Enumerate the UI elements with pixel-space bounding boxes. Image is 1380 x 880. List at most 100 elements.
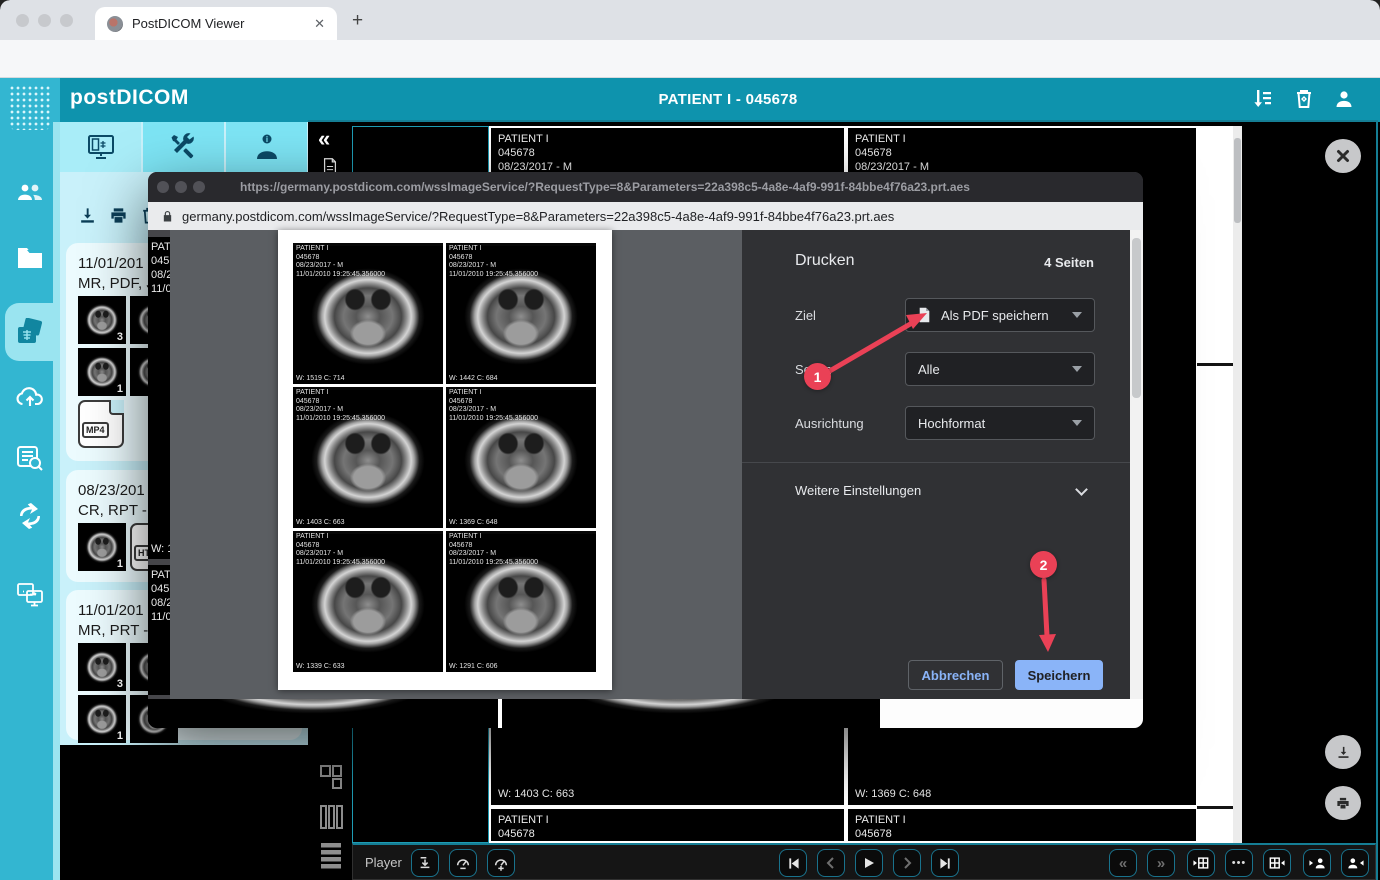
series-thumbnail[interactable]: 1 bbox=[78, 348, 126, 396]
tab-tools[interactable] bbox=[143, 122, 224, 172]
series-thumbnail[interactable]: 1 bbox=[78, 695, 126, 743]
window-close-dot[interactable] bbox=[16, 14, 29, 27]
report-page-cell[interactable] bbox=[1197, 126, 1242, 843]
window-minimize-dot[interactable] bbox=[38, 14, 51, 27]
last-image-button[interactable] bbox=[931, 849, 959, 877]
pages-select[interactable]: Alle bbox=[905, 352, 1095, 386]
prev-layout-button[interactable] bbox=[1187, 849, 1215, 877]
previous-patient-button[interactable] bbox=[1303, 849, 1331, 877]
save-button[interactable]: Speichern bbox=[1015, 660, 1103, 690]
report-scrollbar[interactable] bbox=[1233, 126, 1242, 843]
sidebar-item-worklist-search[interactable] bbox=[0, 436, 60, 480]
more-settings-toggle[interactable]: Weitere Einstellungen bbox=[795, 483, 921, 498]
viewer-cell[interactable]: PATIENT I04567808/23/2017 - M11/01/2010 … bbox=[489, 807, 846, 843]
sort-download-icon[interactable] bbox=[1250, 87, 1274, 111]
mri-image bbox=[504, 699, 854, 728]
pdf-file-icon bbox=[918, 307, 931, 323]
layout-2x2-icon[interactable] bbox=[314, 760, 348, 794]
window-level-text: W: 1339 C: 633 bbox=[151, 542, 172, 556]
chevron-down-icon bbox=[1072, 312, 1082, 318]
sidebar-item-patients[interactable] bbox=[0, 170, 60, 214]
destination-select[interactable]: Als PDF speichern bbox=[905, 298, 1095, 332]
print-button[interactable] bbox=[1325, 786, 1361, 820]
next-patient-button[interactable] bbox=[1341, 849, 1369, 877]
tab-patient-info[interactable]: i bbox=[226, 122, 307, 172]
tab-viewer[interactable] bbox=[60, 122, 141, 172]
window-level-text: W: 1369 C: 648 bbox=[449, 519, 498, 526]
popup-scrollbar-thumb[interactable] bbox=[1132, 238, 1141, 398]
trash-icon[interactable] bbox=[1292, 87, 1316, 111]
sync-arrows-icon bbox=[16, 503, 44, 529]
popup-address-bar[interactable]: germany.postdicom.com/wssImageService/?R… bbox=[148, 202, 1143, 230]
previous-image-button[interactable] bbox=[817, 849, 845, 877]
mp4-file-icon[interactable]: MP4 bbox=[78, 400, 124, 448]
pdf-page-sliver: PATIENT I04567808/23/2017 - M11/01/2010 … bbox=[148, 237, 172, 559]
popup-scrollbar[interactable] bbox=[1130, 230, 1143, 699]
destination-value: Als PDF speichern bbox=[941, 308, 1062, 323]
info-person-icon: i bbox=[253, 133, 281, 161]
play-button[interactable] bbox=[855, 849, 883, 877]
sidebar-item-studies[interactable] bbox=[0, 310, 60, 354]
orientation-label: Ausrichtung bbox=[795, 416, 864, 431]
sidebar-item-sync[interactable] bbox=[0, 494, 60, 538]
user-icon[interactable] bbox=[1332, 87, 1356, 111]
app-header: postDICOM PATIENT I - 045678 bbox=[0, 78, 1380, 122]
report-scrollbar-thumb[interactable] bbox=[1234, 138, 1241, 223]
sidebar-item-upload[interactable] bbox=[0, 374, 60, 418]
page-gap bbox=[498, 699, 502, 728]
window-zoom-dot[interactable] bbox=[60, 14, 73, 27]
print-settings-panel: Drucken 4 Seiten Ziel Als PDF speichern … bbox=[742, 230, 1130, 699]
annotation-step-2: 2 bbox=[1030, 551, 1057, 578]
preview-mri-cell: PATIENT I04567808/23/2017 - M11/01/2010 … bbox=[446, 531, 596, 672]
cine-speed-up-button[interactable] bbox=[487, 849, 515, 877]
browser-tab-strip: PostDICOM Viewer ✕ + bbox=[0, 0, 1380, 40]
cine-speed-down-button[interactable] bbox=[449, 849, 477, 877]
popup-close-dot[interactable] bbox=[157, 181, 169, 193]
tab-favicon-icon bbox=[107, 16, 123, 32]
popup-minimize-dot[interactable] bbox=[175, 181, 187, 193]
next-layout-button[interactable] bbox=[1263, 849, 1291, 877]
download-button[interactable] bbox=[1325, 735, 1361, 769]
annotation-step-1: 1 bbox=[804, 363, 831, 390]
layout-columns-icon[interactable] bbox=[314, 800, 348, 834]
series-thumbnail[interactable]: 3 bbox=[78, 643, 126, 691]
sidebar-item-folders[interactable] bbox=[0, 236, 60, 280]
print-series-icon[interactable] bbox=[109, 206, 128, 225]
chevron-down-icon[interactable] bbox=[1075, 483, 1088, 496]
tools-icon bbox=[169, 133, 199, 161]
cine-capture-button[interactable] bbox=[411, 849, 439, 877]
viewer-cell[interactable]: PATIENT I04567808/23/2017 - M11/01/2010 … bbox=[846, 807, 1198, 843]
popup-titlebar: https://germany.postdicom.com/wssImageSe… bbox=[148, 172, 1143, 202]
series-thumbnail[interactable]: 3 bbox=[78, 296, 126, 344]
download-series-icon[interactable] bbox=[78, 206, 97, 225]
collapse-panel-icon[interactable]: « bbox=[318, 126, 330, 152]
orientation-select[interactable]: Hochformat bbox=[905, 406, 1095, 440]
chevron-down-icon bbox=[1072, 366, 1082, 372]
svg-text:i: i bbox=[265, 135, 267, 144]
first-image-button[interactable] bbox=[779, 849, 807, 877]
window-level-text: W: 1291 C: 606 bbox=[449, 663, 498, 670]
page-title: PATIENT I - 045678 bbox=[658, 91, 797, 108]
lock-icon bbox=[162, 210, 173, 223]
forward-series-button[interactable]: » bbox=[1147, 849, 1175, 877]
monitor-scan-icon bbox=[86, 133, 116, 161]
layout-rows-icon[interactable] bbox=[314, 838, 348, 872]
next-image-button[interactable] bbox=[893, 849, 921, 877]
close-series-button[interactable] bbox=[1325, 139, 1361, 173]
player-label: Player bbox=[365, 855, 402, 870]
rewind-series-button[interactable]: « bbox=[1109, 849, 1137, 877]
sidebar-item-transfer[interactable] bbox=[0, 572, 60, 616]
folder-icon bbox=[17, 247, 43, 269]
pdf-page-bottom-sliver bbox=[148, 699, 880, 728]
series-thumbnail[interactable]: 1 bbox=[78, 523, 126, 571]
postdicom-logo-mark bbox=[8, 84, 52, 130]
tab-close-icon[interactable]: ✕ bbox=[314, 16, 325, 32]
series-count-badge: 3 bbox=[117, 678, 123, 690]
image-stack-icon bbox=[15, 318, 45, 346]
popup-zoom-dot[interactable] bbox=[193, 181, 205, 193]
new-tab-button[interactable]: + bbox=[352, 10, 363, 32]
window-level-text: W: 1403 C: 663 bbox=[296, 519, 345, 526]
cancel-button[interactable]: Abbrechen bbox=[908, 660, 1003, 690]
browser-tab[interactable]: PostDICOM Viewer ✕ bbox=[95, 7, 337, 40]
more-options-button[interactable]: ••• bbox=[1225, 849, 1253, 877]
